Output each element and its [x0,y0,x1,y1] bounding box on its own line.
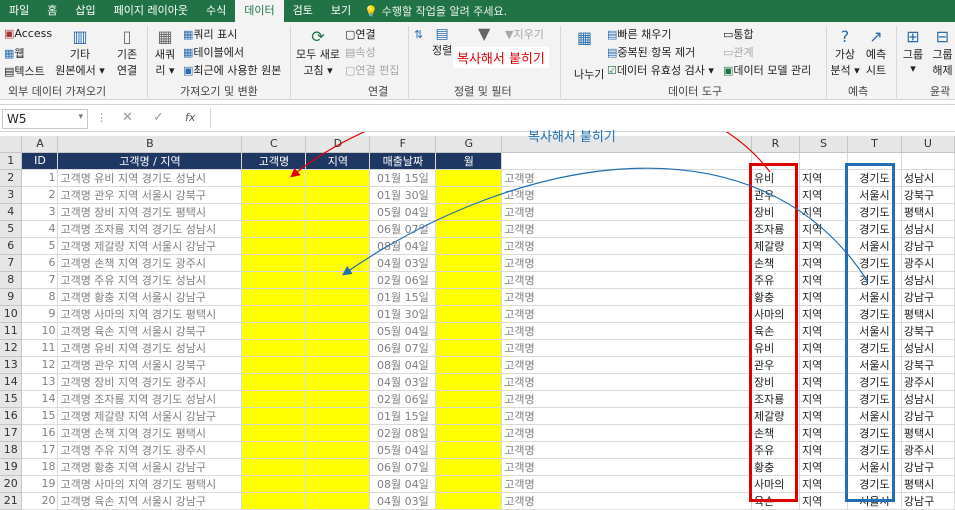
group-button[interactable]: ⊞ 그룹 ▾ [900,27,926,75]
web-icon: ▦ [4,47,15,60]
worksheet[interactable]: A B C D F G R S T U 1 ID 고객명 / 지역 고객명 지역… [0,132,955,510]
refresh-icon: ⟳ [311,27,325,46]
refresh-all-button[interactable]: ⟳ 모두 새로 고침 ▾ [294,27,342,78]
consolidate-button[interactable]: ▭통합 [723,26,754,42]
filter-icon[interactable]: ▼ [478,24,490,43]
ribbon-separator [408,26,409,98]
ribbon-separator [896,26,897,98]
ribbon-tab-bar: 파일 홈 삽입 페이지 레이아웃 수식 데이터 검토 보기 💡 수행할 작업을 … [0,0,955,22]
formula-bar: W5 ▾ ⋮ ✕ ✓ fx [0,104,955,132]
blue-arrow [342,167,869,283]
ribbon-separator [290,26,291,98]
data-validation-icon: ☑ [607,64,617,77]
enter-icon[interactable]: ✓ [153,110,164,125]
tab-insert[interactable]: 삽입 [66,0,104,22]
group-label-outline: 윤곽 [930,85,951,98]
ungroup-button[interactable]: ⊟ 그룹 해제 [930,27,955,78]
properties-icon: ▤ [345,46,356,59]
ribbon-separator [826,26,827,98]
text-file-icon: ▤ [4,65,15,78]
new-query-button[interactable]: ▦ 새쿼 리 ▾ [150,27,180,78]
group-label-external: 외부 데이터 가져오기 [8,85,107,98]
sort-icon: ▤ [435,26,449,42]
annotation-arrows [290,132,869,283]
tab-view[interactable]: 보기 [322,0,360,22]
flash-fill-icon: ▤ [607,28,618,41]
web-button[interactable]: ▦웹 [4,45,25,61]
existing-connections-icon: ▯ [122,27,132,46]
more-options-icon[interactable]: ⋮ [96,111,107,124]
tab-file[interactable]: 파일 [0,0,38,22]
relationships-button[interactable]: ▭관계 [723,44,754,60]
recent-icon: ▣ [183,64,194,77]
show-queries-button[interactable]: ▦쿼리 표시 [183,26,237,42]
new-query-icon: ▦ [157,27,173,46]
flash-fill-button[interactable]: ▤빠른 채우기 [607,26,672,42]
connections-icon: ▢ [345,28,356,41]
ungroup-icon: ⊟ [935,27,950,46]
edit-links-button[interactable]: ▢연결 편집 [345,62,399,78]
blue-annotation-label: 복사해서 붙히기 [528,130,616,145]
clear-button[interactable]: ▼지우기 [505,26,544,42]
name-box[interactable]: W5 ▾ [2,109,88,129]
lightbulb-icon: 💡 [364,4,378,18]
ribbon-separator [147,26,148,98]
tab-formulas[interactable]: 수식 [197,0,235,22]
forecast-sheet-button[interactable]: ↗ 예측 시트 [862,27,890,78]
edit-links-icon: ▢ [345,64,356,77]
tell-me-box[interactable]: 💡 수행할 작업을 알려 주세요. [360,3,507,19]
recent-sources-button[interactable]: ▣최근에 사용한 원본 [183,62,281,78]
ribbon-separator [560,26,561,98]
consolidate-icon: ▭ [723,28,734,41]
text-to-columns-button[interactable]: 나누기 [574,66,604,82]
remove-duplicates-button[interactable]: ▤중복된 항목 제거 [607,44,695,60]
group-label-connections: 연결 [368,85,389,98]
group-label-sort-filter: 정렬 및 필터 [454,85,512,98]
cancel-icon[interactable]: ✕ [122,110,133,125]
table-icon: ▦ [183,46,194,59]
tab-review[interactable]: 검토 [284,0,322,22]
remove-duplicates-icon: ▤ [607,46,618,59]
connections-button[interactable]: ▢연결 [345,26,376,42]
red-annotation-label: 복사해서 붙히기 [453,47,549,68]
group-label-get-transform: 가져오기 및 변환 [180,85,258,98]
data-model-button[interactable]: ▣데이터 모델 관리 [723,62,811,78]
other-sources-button[interactable]: ▥ 기타 원본에서 ▾ [54,27,106,78]
access-button[interactable]: ▣Access [4,27,52,40]
properties-button[interactable]: ▤속성 [345,44,376,60]
other-sources-icon: ▥ [72,27,88,46]
what-if-button[interactable]: ? 가상 분석 ▾ [830,27,860,78]
insert-function-icon[interactable]: fx [185,111,195,124]
text-to-columns-icon: ▦ [577,28,593,47]
existing-connections-button[interactable]: ▯ 기존 연결 [110,27,144,78]
what-if-icon: ? [840,27,850,46]
access-icon: ▣ [4,27,15,40]
group-label-forecast: 예측 [848,85,869,98]
text-button[interactable]: ▤텍스트 [4,63,45,79]
relationships-icon: ▭ [723,46,734,59]
forecast-chart-icon: ↗ [869,27,883,46]
data-model-icon: ▣ [723,64,734,77]
tab-data[interactable]: 데이터 [235,0,284,22]
group-icon: ⊞ [906,27,920,46]
from-table-button[interactable]: ▦테이블에서 [183,44,244,60]
data-validation-button[interactable]: ☑데이터 유효성 검사 ▾ [607,62,714,78]
tab-page-layout[interactable]: 페이지 레이아웃 [105,0,197,22]
dropdown-arrow-icon[interactable]: ▾ [78,112,83,122]
formula-input[interactable] [210,108,950,128]
group-label-data-tools: 데이터 도구 [668,85,723,98]
tell-me-text: 수행할 작업을 알려 주세요. [381,5,508,18]
sort-button[interactable]: ▤ 정렬 [432,26,452,58]
sort-az-icon[interactable]: ⇅ [414,28,423,41]
tab-home[interactable]: 홈 [38,0,66,22]
table-icon: ▦ [183,28,194,41]
